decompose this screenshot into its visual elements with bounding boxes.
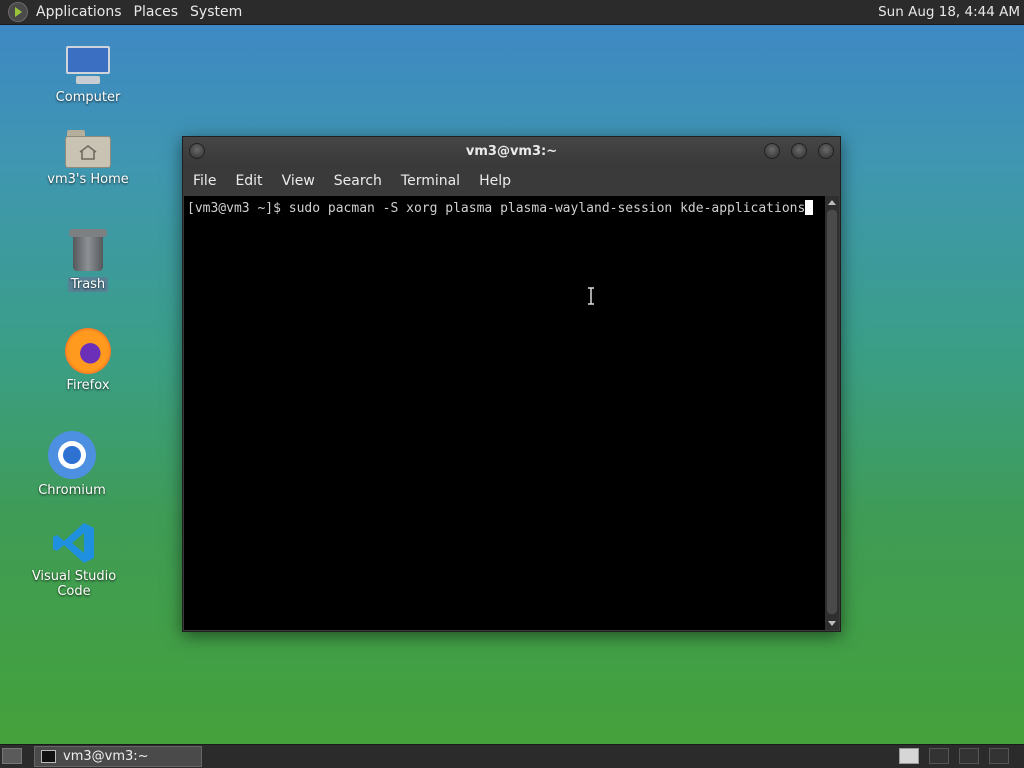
window-title: vm3@vm3:~ (465, 144, 558, 159)
desktop-icon-chromium[interactable]: Chromium (12, 431, 132, 498)
shell-prompt: [vm3@vm3 ~]$ (187, 201, 289, 216)
desktop-icon-label: Chromium (38, 483, 106, 498)
menu-applications[interactable]: Applications (36, 4, 122, 20)
menu-file[interactable]: File (193, 173, 216, 189)
menu-view[interactable]: View (282, 173, 315, 189)
command-text: sudo pacman -S xorg plasma plasma-waylan… (288, 201, 806, 216)
bottom-panel: vm3@vm3:~ (0, 744, 1024, 768)
close-button[interactable] (818, 143, 834, 159)
terminal-window[interactable]: vm3@vm3:~ File Edit View Search Terminal… (182, 136, 841, 632)
workspace-1[interactable] (899, 748, 919, 764)
workspace-4[interactable] (989, 748, 1009, 764)
terminal-icon (41, 750, 56, 763)
desktop-icon-label: Visual Studio Code (31, 569, 117, 599)
chromium-icon (48, 431, 96, 479)
desktop-icon-label: Firefox (66, 378, 110, 393)
desktop-icon-home[interactable]: vm3's Home (28, 130, 148, 187)
scroll-up-icon[interactable] (828, 200, 836, 205)
desktop-icon-label: Trash (67, 277, 109, 292)
desktop-icon-label: vm3's Home (47, 172, 129, 187)
show-desktop-icon[interactable] (2, 748, 22, 764)
menu-terminal[interactable]: Terminal (401, 173, 460, 189)
taskbar-item-terminal[interactable]: vm3@vm3:~ (34, 746, 202, 767)
minimize-button[interactable] (764, 143, 780, 159)
desktop-icon-vscode[interactable]: Visual Studio Code (14, 521, 134, 599)
vscode-icon (52, 521, 96, 565)
firefox-icon (65, 328, 111, 374)
maximize-button[interactable] (791, 143, 807, 159)
scrollbar-thumb[interactable] (827, 210, 837, 614)
taskbar-item-label: vm3@vm3:~ (63, 749, 149, 764)
workspace-3[interactable] (959, 748, 979, 764)
computer-icon (64, 46, 112, 86)
terminal-output[interactable]: [vm3@vm3 ~]$ sudo pacman -S xorg plasma … (184, 196, 826, 630)
distro-logo-icon[interactable] (8, 2, 28, 22)
ibeam-cursor-icon (588, 287, 594, 305)
desktop-icon-computer[interactable]: Computer (28, 46, 148, 105)
scroll-down-icon[interactable] (828, 621, 836, 626)
menu-help[interactable]: Help (479, 173, 511, 189)
text-cursor (805, 200, 814, 215)
desktop-icon-label: Computer (55, 90, 121, 105)
top-panel: Applications Places System Sun Aug 18, 4… (0, 0, 1024, 25)
menu-search[interactable]: Search (334, 173, 382, 189)
desktop-icon-firefox[interactable]: Firefox (28, 328, 148, 393)
menu-system[interactable]: System (190, 4, 242, 20)
workspace-2[interactable] (929, 748, 949, 764)
clock[interactable]: Sun Aug 18, 4:44 AM (878, 4, 1020, 20)
desktop-icon-trash[interactable]: Trash (28, 229, 148, 292)
window-titlebar[interactable]: vm3@vm3:~ (183, 137, 840, 167)
trash-icon (69, 229, 107, 273)
window-menu-button[interactable] (189, 143, 205, 159)
terminal-scrollbar[interactable] (825, 196, 839, 630)
menu-edit[interactable]: Edit (235, 173, 262, 189)
terminal-menubar: File Edit View Search Terminal Help (183, 167, 840, 195)
menu-places[interactable]: Places (134, 4, 179, 20)
home-folder-icon (65, 130, 111, 168)
